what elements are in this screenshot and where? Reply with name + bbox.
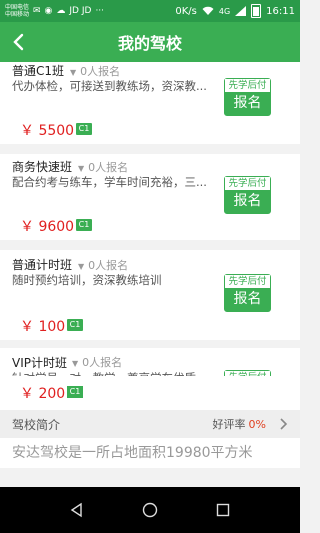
enroll-count: ▼ 0人报名	[70, 63, 120, 79]
wechat-icon: ☁	[56, 6, 66, 16]
pay-later-tag: 先学后付	[225, 275, 270, 288]
signal-4g: 4G	[218, 6, 231, 16]
signal-icon	[235, 6, 247, 16]
course-description: 随时预约培训，资深教练培训	[12, 273, 162, 287]
enroll-text: 0人报名	[80, 65, 121, 78]
app-header: 我的驾校	[0, 22, 300, 62]
back-arrow-icon[interactable]	[8, 30, 32, 54]
wifi-icon	[202, 6, 214, 15]
pay-later-tag: 先学后付	[225, 79, 270, 92]
recents-square-icon[interactable]	[215, 502, 231, 518]
rating: 好评率 0%	[213, 416, 266, 432]
enroll-text: 0人报名	[88, 161, 129, 174]
school-intro-header[interactable]: 驾校简介 好评率 0%	[0, 410, 300, 438]
rating-label: 好评率	[212, 418, 246, 431]
dropdown-caret-icon: ▼	[72, 359, 79, 368]
school-intro-text: 安达驾校是一所占地面积19980平方米	[0, 438, 300, 468]
pay-later-tag: 先学后付	[225, 177, 270, 190]
enroll-count: ▼ 0人报名	[78, 159, 128, 175]
status-right: 0K/s 4G 16:11	[175, 4, 295, 18]
course-name: VIP计时班	[12, 356, 67, 370]
notification-icons: ✉ ◉ ☁ JD JD ···	[33, 6, 104, 16]
dropdown-caret-icon: ▼	[78, 262, 85, 271]
course-description: 代办体检，可接送到教练场，资深教...	[12, 79, 207, 93]
enroll-button-label: 报名	[225, 288, 270, 311]
course-price: ￥ 9600	[20, 219, 75, 235]
course-card[interactable]: 商务快速班 ▼ 0人报名 配合约考与练车，学车时间充裕，三... ￥ 9600 C…	[0, 154, 300, 240]
sms-icon: ✉	[33, 6, 41, 16]
carrier-info: 中国电信 中国移动	[5, 4, 33, 18]
license-badge: C1	[67, 319, 83, 331]
battery-icon	[251, 4, 262, 18]
enroll-button-label: 报名	[225, 92, 270, 115]
rating-value: 0%	[248, 418, 266, 431]
enroll-button-label: 报名	[225, 190, 270, 213]
more-icon: ···	[95, 6, 105, 16]
dropdown-caret-icon: ▼	[70, 68, 77, 77]
back-triangle-icon[interactable]	[69, 502, 85, 518]
enroll-count: ▼ 0人报名	[72, 354, 122, 370]
enroll-button[interactable]: 先学后付 报名	[224, 78, 271, 116]
license-badge: C1	[76, 219, 92, 231]
course-price: ￥ 100	[20, 319, 66, 335]
course-name: 普通计时班	[12, 258, 73, 272]
enroll-button[interactable]: 先学后付 报名	[224, 176, 271, 214]
enroll-count: ▼ 0人报名	[78, 257, 128, 273]
course-name: 商务快速班	[12, 160, 73, 174]
course-card-footer: ￥ 200 C1	[0, 376, 300, 410]
clock: 16:11	[266, 5, 295, 17]
message-icon: ◉	[44, 6, 53, 16]
course-description: 配合约考与练车，学车时间充裕，三...	[12, 175, 207, 189]
course-card[interactable]: 普通计时班 ▼ 0人报名 随时预约培训，资深教练培训 ￥ 100 C1 先学后付 …	[0, 250, 300, 340]
status-bar: 中国电信 中国移动 ✉ ◉ ☁ JD JD ··· 0K/s 4G 16:11	[0, 0, 300, 22]
carrier-1: 中国电信	[5, 4, 30, 11]
enroll-text: 0人报名	[88, 259, 129, 272]
course-card[interactable]: 普通C1班 ▼ 0人报名 代办体检，可接送到教练场，资深教... ￥ 5500 C…	[0, 62, 300, 144]
system-nav-bar	[0, 487, 300, 533]
dropdown-caret-icon: ▼	[78, 164, 85, 173]
chevron-right-icon	[280, 418, 288, 430]
license-badge: C1	[76, 123, 92, 135]
home-circle-icon[interactable]	[142, 502, 158, 518]
license-badge: C1	[67, 386, 83, 398]
app-notification-labels: JD JD	[69, 6, 92, 16]
enroll-button[interactable]: 先学后付 报名	[224, 274, 271, 312]
course-price: ￥ 5500	[20, 123, 75, 139]
enroll-text: 0人报名	[82, 356, 123, 369]
carrier-2: 中国移动	[5, 11, 30, 18]
section-title: 驾校简介	[12, 417, 61, 432]
course-name: 普通C1班	[12, 64, 65, 78]
page-title: 我的驾校	[117, 34, 182, 53]
network-speed: 0K/s	[175, 5, 197, 17]
course-price: ￥ 200	[20, 386, 66, 402]
